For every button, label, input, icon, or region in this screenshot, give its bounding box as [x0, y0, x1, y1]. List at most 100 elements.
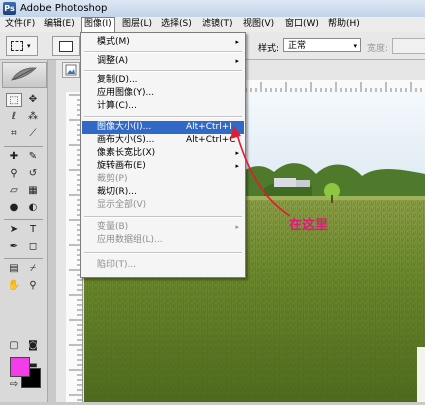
eraser-tool-icon[interactable]: ▱ [6, 184, 22, 198]
menu-help[interactable]: 帮助(H) [326, 18, 362, 31]
foreground-color-swatch[interactable] [10, 357, 30, 377]
menu-item-variables[interactable]: 变量(B) ▸ [82, 221, 244, 234]
menu-item-reveal-all[interactable]: 显示全部(V) [82, 199, 244, 212]
menu-item-shortcut: Alt+Ctrl+C [186, 135, 236, 145]
lasso-tool-icon[interactable]: ℓ [6, 110, 22, 124]
hand-tool-icon[interactable]: ✋ [6, 279, 22, 293]
notes-tool-icon[interactable]: ▤ [6, 262, 22, 276]
toolbox-divider [4, 219, 43, 220]
rectangular-marquee-tool-icon[interactable]: ⬚ [6, 93, 22, 107]
menu-item-label: 计算(C)... [97, 101, 137, 111]
menu-separator [84, 216, 242, 218]
eyedropper-tool-icon[interactable]: ⌿ [25, 262, 41, 276]
dodge-tool-icon[interactable]: ◐ [25, 201, 41, 215]
brush-tool-icon[interactable]: ✎ [25, 150, 41, 164]
menu-item-label: 图像大小(I)... [97, 122, 152, 132]
new-selection-icon [59, 41, 73, 52]
image-file-icon [65, 64, 77, 76]
clone-stamp-tool-icon[interactable]: ⚲ [6, 167, 22, 181]
toolbox-divider [4, 146, 43, 147]
menu-item-rotate-canvas[interactable]: 旋转画布(E) ▸ [82, 160, 244, 173]
menu-filter[interactable]: 滤镜(T) [200, 18, 235, 31]
menu-file[interactable]: 文件(F) [3, 18, 37, 31]
menu-image[interactable]: 图像(I) [81, 17, 115, 32]
menu-item-apply-data-set[interactable]: 应用数据组(L)... [82, 234, 244, 247]
menu-item-shortcut: Alt+Ctrl+I [186, 122, 232, 132]
width-input[interactable] [392, 38, 425, 54]
tool-preset-picker[interactable]: ▾ [6, 36, 38, 56]
feather-logo-icon [11, 67, 37, 81]
type-tool-icon[interactable]: T [25, 223, 41, 237]
submenu-arrow-icon: ▸ [235, 57, 239, 65]
menu-item-label: 变量(B) [97, 222, 129, 232]
menu-item-label: 陷印(T)... [97, 260, 137, 270]
new-selection-button[interactable] [52, 36, 80, 56]
title-bar: Ps Adobe Photoshop [0, 0, 425, 18]
style-select[interactable]: 正常 ▾ [283, 38, 361, 52]
magic-wand-tool-icon[interactable]: ⁂ [25, 110, 41, 124]
menu-item-image-size[interactable]: 图像大小(I)... Alt+Ctrl+I [82, 121, 244, 134]
image-menu-dropdown: 模式(M) ▸ 调整(A) ▸ 复制(D)... 应用图像(Y)... 计算(C… [80, 32, 246, 278]
shape-tool-icon[interactable]: ◻ [25, 240, 41, 254]
move-tool-icon[interactable]: ✥ [25, 93, 41, 107]
menu-item-calculations[interactable]: 计算(C)... [82, 100, 244, 113]
menu-layer[interactable]: 图层(L) [120, 18, 154, 31]
gradient-tool-icon[interactable]: ▦ [25, 184, 41, 198]
menu-item-label: 显示全部(V) [97, 200, 147, 210]
photoshop-app-icon: Ps [3, 2, 16, 15]
window-title: Adobe Photoshop [20, 3, 108, 14]
chevron-down-icon: ▾ [353, 42, 357, 50]
menu-item-label: 像素长宽比(X) [97, 148, 156, 158]
quick-mask-mode-icon[interactable]: ◙ [25, 339, 41, 353]
menu-separator [84, 70, 242, 72]
menu-view[interactable]: 视图(V) [241, 18, 276, 31]
standard-mode-icon[interactable]: ▢ [6, 339, 22, 353]
menu-item-trim[interactable]: 裁切(R)... [82, 186, 244, 199]
document-icon[interactable] [62, 62, 80, 78]
width-label: 宽度: [367, 44, 389, 54]
jump-to-imageready-icon[interactable]: ⇨ [6, 378, 22, 392]
menu-item-duplicate[interactable]: 复制(D)... [82, 74, 244, 87]
menu-item-label: 应用图像(Y)... [97, 88, 155, 98]
menu-item-canvas-size[interactable]: 画布大小(S)... Alt+Ctrl+C [82, 134, 244, 147]
annotation-label: 在这里 [289, 218, 329, 233]
healing-brush-tool-icon[interactable]: ✚ [6, 150, 22, 164]
menu-item-pixel-aspect-ratio[interactable]: 像素长宽比(X) ▸ [82, 147, 244, 160]
menu-item-label: 旋转画布(E) [97, 161, 146, 171]
menu-bar: 文件(F) 编辑(E) 图像(I) 图层(L) 选择(S) 滤镜(T) 视图(V… [0, 17, 425, 33]
menu-item-label: 裁剪(P) [97, 174, 128, 184]
path-selection-tool-icon[interactable]: ➤ [6, 223, 22, 237]
style-label: 样式: [258, 44, 280, 54]
menu-separator [84, 51, 242, 53]
history-brush-tool-icon[interactable]: ↺ [25, 167, 41, 181]
toolbox: ⬚ ✥ ℓ ⁂ ⌗ ⟋ ✚ ✎ ⚲ ↺ ▱ ▦ ● ◐ ➤ T ✒ ◻ ▤ ⌿ … [0, 60, 48, 402]
submenu-arrow-icon: ▸ [235, 149, 239, 157]
style-select-value: 正常 [288, 41, 307, 51]
zoom-tool-icon[interactable]: ⚲ [25, 279, 41, 293]
submenu-arrow-icon: ▸ [235, 162, 239, 170]
menu-item-label: 画布大小(S)... [97, 135, 155, 145]
crop-tool-icon[interactable]: ⌗ [6, 127, 22, 141]
menu-item-label: 裁切(R)... [97, 187, 137, 197]
menu-separator [84, 252, 242, 254]
menu-item-apply-image[interactable]: 应用图像(Y)... [82, 87, 244, 100]
menu-item-trap[interactable]: 陷印(T)... [82, 259, 244, 272]
menu-item-adjustments[interactable]: 调整(A) ▸ [82, 55, 244, 68]
menu-edit[interactable]: 编辑(E) [42, 18, 77, 31]
submenu-arrow-icon: ▸ [235, 223, 239, 231]
menu-select[interactable]: 选择(S) [159, 18, 194, 31]
pen-tool-icon[interactable]: ✒ [6, 240, 22, 254]
menu-item-label: 复制(D)... [97, 75, 138, 85]
menu-item-label: 应用数据组(L)... [97, 235, 163, 245]
rectangular-marquee-icon [11, 41, 23, 51]
submenu-arrow-icon: ▸ [235, 38, 239, 46]
blur-tool-icon[interactable]: ● [6, 201, 22, 215]
slice-tool-icon[interactable]: ⟋ [25, 127, 41, 141]
chevron-down-icon: ▾ [27, 42, 31, 50]
toolbox-divider [4, 258, 43, 259]
menu-item-crop[interactable]: 裁剪(P) [82, 173, 244, 186]
toolbox-header [2, 62, 47, 88]
menu-window[interactable]: 窗口(W) [283, 18, 321, 31]
menu-item-mode[interactable]: 模式(M) ▸ [82, 36, 244, 49]
menu-item-label: 调整(A) [97, 56, 129, 66]
